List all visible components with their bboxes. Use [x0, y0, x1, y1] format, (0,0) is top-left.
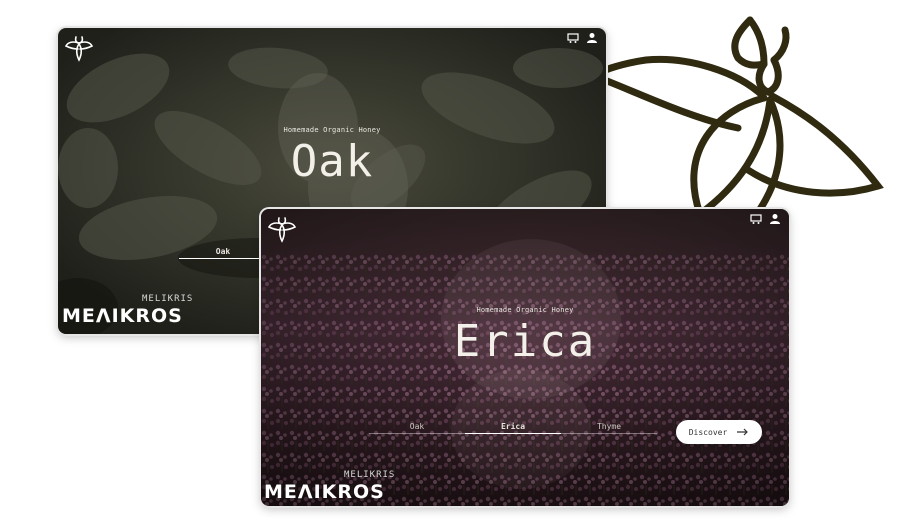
tab-underline [561, 433, 657, 434]
honey-tabs: Oak Erica Thyme [369, 422, 657, 434]
user-icon[interactable] [769, 213, 781, 225]
hero-subtitle: Homemade Organic Honey [476, 306, 574, 314]
bee-logo-large-icon [588, 16, 884, 240]
tab-erica[interactable]: Erica [465, 422, 561, 434]
brand-mark: MELIKRIS MEΛIKROS [264, 470, 414, 506]
tab-underline [369, 433, 465, 434]
bee-logo-icon[interactable] [267, 215, 297, 245]
tab-oak[interactable]: Oak [369, 422, 465, 434]
brand-mark: MELIKRIS MEΛIKROS [62, 294, 212, 330]
tab-oak[interactable]: Oak [179, 247, 267, 259]
oak-hero: Homemade Organic Honey Oak [58, 126, 606, 184]
hero-title: Oak [290, 136, 374, 187]
tab-label: Erica [500, 422, 526, 431]
header-icons [567, 32, 598, 44]
erica-hero: Homemade Organic Honey Erica [261, 306, 789, 364]
header-icons [750, 213, 781, 225]
tab-underline [179, 258, 267, 259]
user-icon[interactable] [586, 32, 598, 44]
tab-label: Oak [409, 422, 425, 431]
tab-label: Oak [215, 247, 231, 256]
tab-label: Thyme [596, 422, 622, 431]
brand-small: MELIKRIS [142, 294, 194, 304]
erica-card: Homemade Organic Honey Erica Oak Erica T… [261, 209, 789, 506]
cart-icon[interactable] [567, 32, 579, 44]
hero-title: Erica [453, 316, 597, 367]
tab-underline [465, 433, 561, 434]
discover-label: Discover [688, 427, 728, 437]
hero-subtitle: Homemade Organic Honey [283, 126, 381, 134]
brand-small: MELIKRIS [344, 470, 396, 480]
cart-icon[interactable] [750, 213, 762, 225]
honey-tabs: Oak [179, 247, 267, 259]
tab-thyme[interactable]: Thyme [561, 422, 657, 434]
brand-large: MEΛIKROS [62, 305, 183, 327]
arrow-right-icon [737, 428, 749, 436]
brand-large: MEΛIKROS [264, 481, 385, 503]
bee-logo-icon[interactable] [64, 34, 94, 64]
discover-button[interactable]: Discover [676, 420, 762, 444]
